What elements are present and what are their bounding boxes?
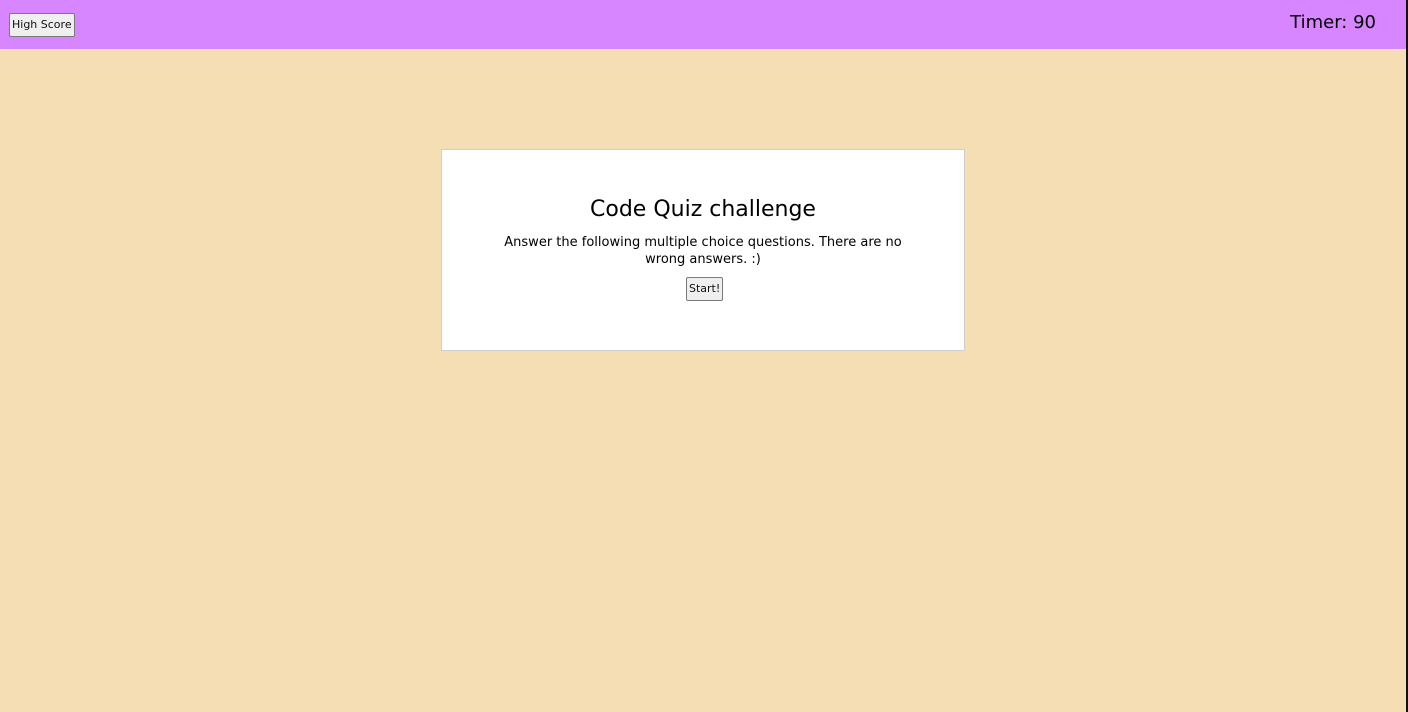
- quiz-description: Answer the following multiple choice que…: [504, 235, 902, 267]
- quiz-title: Code Quiz challenge: [590, 197, 816, 222]
- quiz-page: High Score Timer: 90 Code Quiz challenge…: [0, 0, 1408, 712]
- top-bar: High Score Timer: 90: [0, 0, 1406, 49]
- quiz-start-card: Code Quiz challenge Answer the following…: [441, 149, 965, 351]
- start-button[interactable]: Start!: [686, 277, 724, 301]
- timer-display: Timer: 90: [1290, 12, 1376, 33]
- high-score-button[interactable]: High Score: [9, 13, 75, 37]
